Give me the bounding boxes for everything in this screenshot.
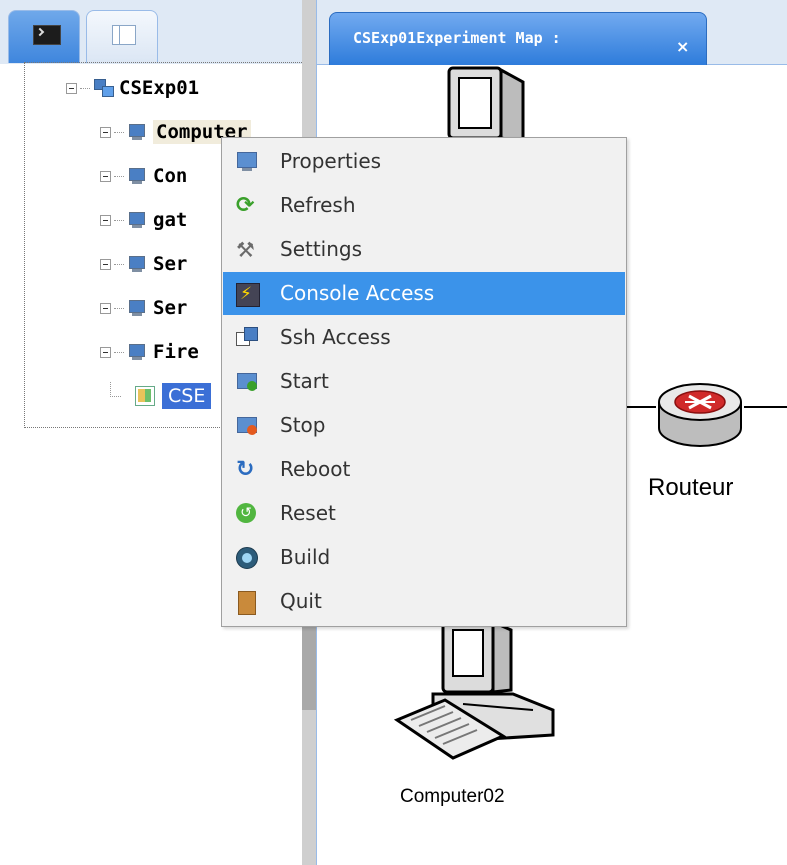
build-icon xyxy=(236,547,258,569)
collapse-icon[interactable] xyxy=(100,170,111,182)
menu-item-label: Console Access xyxy=(280,281,435,305)
network-link xyxy=(744,406,787,408)
menu-item-properties[interactable]: Properties xyxy=(223,140,625,183)
menu-item-stop[interactable]: Stop xyxy=(223,404,625,447)
computer-icon xyxy=(128,123,146,141)
computer-icon xyxy=(128,211,146,229)
network-icon xyxy=(94,79,114,97)
tab-layout[interactable] xyxy=(86,10,158,63)
menu-item-label: Reboot xyxy=(280,457,351,481)
computer-icon xyxy=(128,299,146,317)
stop-icon xyxy=(236,415,258,437)
map-tab-bar: CSExp01Experiment Map : × xyxy=(317,0,787,65)
collapse-icon[interactable] xyxy=(100,214,111,226)
quit-icon xyxy=(238,591,256,615)
tree-node-label: Ser xyxy=(153,297,188,319)
ssh-icon xyxy=(236,327,258,349)
tree-node-con[interactable]: Con xyxy=(100,162,187,190)
start-icon xyxy=(236,371,258,393)
left-tab-bar xyxy=(0,0,302,64)
properties-icon xyxy=(236,151,258,173)
console-icon xyxy=(236,283,260,307)
refresh-icon: ⟳ xyxy=(236,193,255,218)
menu-item-label: Reset xyxy=(280,501,336,525)
close-icon[interactable]: × xyxy=(676,39,689,55)
computer-icon xyxy=(128,255,146,273)
tab-experiment-map[interactable]: CSExp01Experiment Map : × xyxy=(329,12,707,65)
map-icon xyxy=(135,386,155,406)
collapse-icon[interactable] xyxy=(100,258,111,270)
tree-node-map[interactable]: CSE xyxy=(110,381,212,410)
computer-icon xyxy=(128,343,146,361)
tree-node-gateway[interactable]: gat xyxy=(100,206,187,234)
computer02-label: Computer02 xyxy=(400,786,505,807)
router-label: Routeur xyxy=(648,474,734,501)
reset-icon: ↺ xyxy=(236,503,256,523)
computer-icon xyxy=(128,167,146,185)
menu-item-settings[interactable]: ⚒ Settings xyxy=(223,228,625,271)
terminal-icon xyxy=(33,25,61,45)
menu-item-label: Stop xyxy=(280,413,326,437)
menu-item-quit[interactable]: Quit xyxy=(223,580,625,623)
tree-node-server1[interactable]: Ser xyxy=(100,250,187,278)
tree-node-label: Fire xyxy=(153,341,199,363)
router-icon[interactable] xyxy=(655,372,745,454)
context-menu: Properties ⟳ Refresh ⚒ Settings Console … xyxy=(221,137,627,627)
menu-item-label: Build xyxy=(280,545,331,569)
reboot-icon: ↻ xyxy=(236,457,255,482)
tree-node-firewall[interactable]: Fire xyxy=(100,338,199,366)
menu-item-start[interactable]: Start xyxy=(223,360,625,403)
collapse-icon[interactable] xyxy=(66,82,77,94)
menu-item-label: Quit xyxy=(280,589,322,613)
tree-node-root[interactable]: CSExp01 xyxy=(66,74,199,102)
collapse-icon[interactable] xyxy=(100,126,111,138)
layout-icon xyxy=(112,25,136,45)
tree-node-label: CSE xyxy=(162,383,212,409)
tree-node-label: Con xyxy=(153,165,188,187)
menu-item-label: Refresh xyxy=(280,193,356,217)
settings-icon: ⚒ xyxy=(236,238,255,262)
menu-item-ssh-access[interactable]: Ssh Access xyxy=(223,316,625,359)
menu-item-label: Ssh Access xyxy=(280,325,391,349)
menu-item-reboot[interactable]: ↻ Reboot xyxy=(223,448,625,491)
menu-item-label: Settings xyxy=(280,237,363,261)
menu-item-label: Start xyxy=(280,369,329,393)
collapse-icon[interactable] xyxy=(100,346,111,358)
menu-item-label: Properties xyxy=(280,149,382,173)
menu-item-build[interactable]: Build xyxy=(223,536,625,579)
tree-node-label: gat xyxy=(153,209,188,231)
tree-node-label: Ser xyxy=(153,253,188,275)
collapse-icon[interactable] xyxy=(100,302,111,314)
menu-item-refresh[interactable]: ⟳ Refresh xyxy=(223,184,625,227)
computer-node-icon[interactable] xyxy=(441,64,531,146)
menu-item-reset[interactable]: ↺ Reset xyxy=(223,492,625,535)
tree-node-server2[interactable]: Ser xyxy=(100,294,187,322)
tab-console[interactable] xyxy=(8,10,80,63)
tab-title: CSExp01Experiment Map : xyxy=(353,29,561,47)
menu-item-console-access[interactable]: Console Access xyxy=(223,272,625,315)
tree-node-label: CSExp01 xyxy=(119,77,200,99)
